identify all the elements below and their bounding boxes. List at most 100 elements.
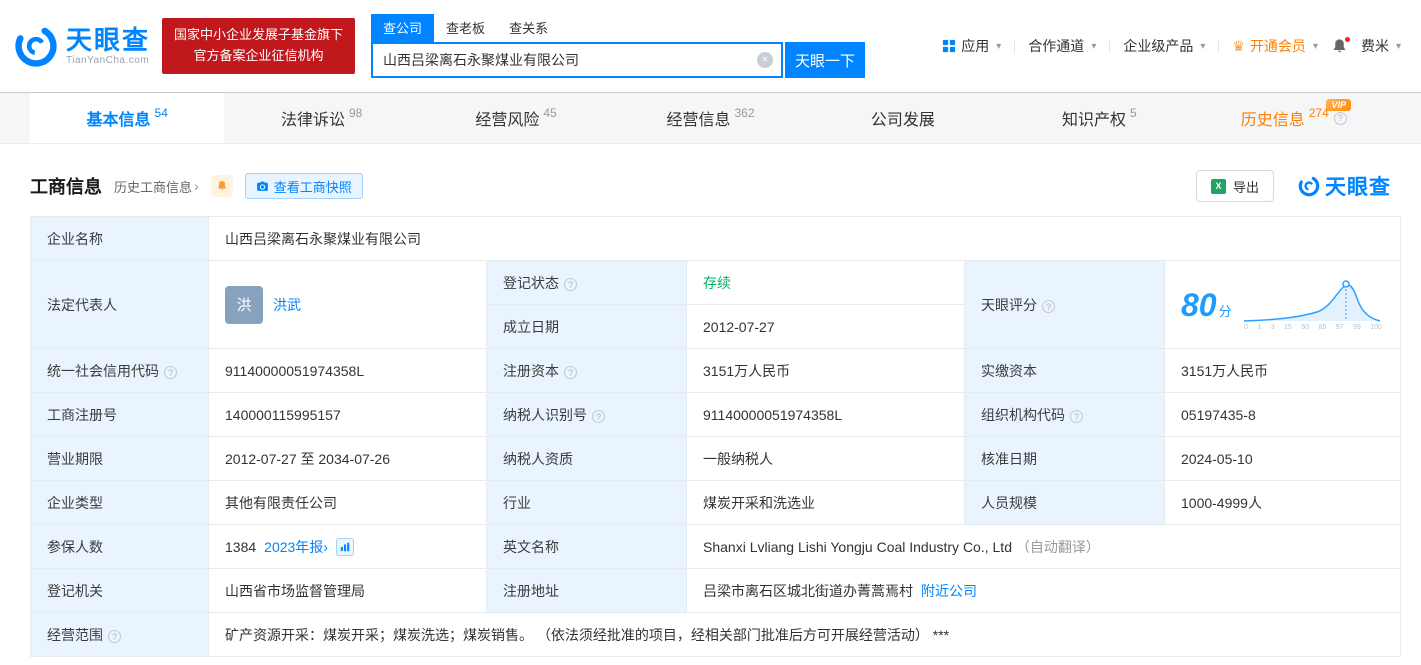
table-row: 登记机关 山西省市场监督管理局 注册地址 吕梁市离石区城北街道办菁蒿焉村 附近公…	[30, 568, 1401, 613]
tab-legal-proceedings[interactable]: 法律诉讼 98	[224, 93, 418, 143]
field-value: 05197435-8	[1181, 406, 1256, 423]
question-icon[interactable]: ?	[564, 366, 577, 379]
tab-intellectual-property[interactable]: 知识产权 5	[1002, 93, 1196, 143]
nav-user-label: 费米	[1360, 38, 1389, 54]
question-icon[interactable]: ?	[108, 630, 121, 643]
tab-label: 基本信息	[86, 112, 151, 129]
field-label: 工商注册号	[47, 406, 117, 423]
establish-date-value-cell: 2012-07-27	[686, 304, 965, 349]
search-tab-boss[interactable]: 查老板	[434, 14, 497, 42]
score-chart-ticks: 0 1 3 15 50 85 97 99 100	[1244, 323, 1382, 331]
nav-apps[interactable]: 应用 ▾	[942, 36, 1001, 56]
field-value: 2024-05-10	[1181, 450, 1253, 467]
tab-business-info[interactable]: 经营信息 362	[613, 93, 807, 143]
camera-icon	[256, 181, 268, 191]
nav-enterprise-products[interactable]: 企业级产品 ▾	[1123, 36, 1205, 56]
tab-label: 公司发展	[870, 112, 935, 129]
tab-count: 5	[1129, 106, 1137, 120]
insured-trend-chart-button[interactable]	[335, 537, 354, 556]
crown-icon: ♛	[1232, 37, 1245, 54]
nav-partner-label: 合作通道	[1028, 38, 1085, 54]
company-name-value: 山西吕梁离石永聚煤业有限公司	[225, 230, 421, 247]
tab-company-development[interactable]: 公司发展	[808, 93, 1002, 143]
english-name-value-cell: Shanxi Lvliang Lishi Yongju Coal Industr…	[686, 524, 1401, 569]
caret-down-icon: ▾	[1200, 40, 1206, 52]
table-row: 企业名称 山西吕梁离石永聚煤业有限公司	[30, 216, 1401, 261]
nav-partner[interactable]: 合作通道 ▾	[1028, 36, 1096, 56]
nearby-companies-link[interactable]: 附近公司	[921, 581, 977, 601]
business-scope-value: 矿产资源开采：煤炭开采；煤炭洗选；煤炭销售。 （依法须经批准的项目，经相关部门批…	[225, 626, 950, 643]
bar-chart-icon	[340, 542, 350, 551]
field-value: 3151万人民币	[1181, 362, 1269, 379]
annual-report-link[interactable]: 2023年报›	[264, 537, 328, 557]
tab-count: 45	[543, 106, 557, 120]
nav-open-vip[interactable]: ♛ 开通会员 ▾	[1232, 36, 1318, 56]
clear-icon[interactable]: ×	[757, 52, 774, 68]
business-info-section-head: 工商信息 历史工商信息 › 查看工商快照 X 导出 天眼查	[0, 144, 1421, 216]
english-name-value: Shanxi Lvliang Lishi Yongju Coal Industr…	[703, 538, 1012, 555]
question-icon[interactable]: ?	[1042, 300, 1055, 313]
approval-date-label-cell: 核准日期	[964, 436, 1165, 481]
company-name-value-cell: 山西吕梁离石永聚煤业有限公司	[208, 216, 1401, 261]
legal-rep-link[interactable]: 洪武	[273, 295, 301, 315]
caret-down-icon: ▾	[1395, 40, 1401, 52]
field-value: 山西省市场监督管理局	[225, 582, 365, 599]
history-business-info-link[interactable]: 历史工商信息 ›	[114, 177, 199, 196]
field-value: 2012-07-27 至 2034-07-26	[225, 450, 391, 467]
nav-separator	[1109, 39, 1111, 53]
tab-label: 法律诉讼	[280, 112, 345, 129]
tab-history-info[interactable]: VIP 历史信息 274 ?	[1197, 93, 1391, 143]
notification-dot	[1343, 35, 1351, 43]
search-tab-relation[interactable]: 查关系	[497, 14, 560, 42]
export-button[interactable]: X 导出	[1195, 170, 1274, 202]
field-label: 统一社会信用代码	[47, 362, 159, 379]
nav-vip-label: 开通会员	[1249, 38, 1306, 54]
question-icon[interactable]: ?	[1333, 111, 1347, 125]
gov-certification-badge: 国家中小企业发展子基金旗下 官方备案企业征信机构	[162, 18, 356, 74]
field-label: 登记状态	[503, 274, 559, 291]
field-label: 法定代表人	[47, 296, 117, 313]
reg-capital-value-cell: 3151万人民币	[686, 348, 965, 393]
reg-authority-label-cell: 登记机关	[30, 568, 209, 613]
notification-bell[interactable]	[1331, 35, 1351, 55]
company-type-label-cell: 企业类型	[30, 480, 209, 525]
field-label: 登记机关	[47, 582, 103, 599]
chevron-right-icon: ›	[194, 178, 199, 194]
field-label: 纳税人资质	[503, 450, 573, 467]
search-input[interactable]	[371, 42, 784, 78]
tab-operating-risk[interactable]: 经营风险 45	[419, 93, 613, 143]
legal-rep-avatar[interactable]: 洪	[225, 285, 263, 324]
caret-down-icon: ▾	[1312, 40, 1318, 52]
score-value-cell: 80 分 0 1 3 15 50 85 97 99 100	[1164, 260, 1401, 349]
question-icon[interactable]: ?	[164, 366, 177, 379]
tianyancha-logo[interactable]: 天眼查 TianYanCha.com	[14, 24, 150, 68]
search-button[interactable]: 天眼一下	[785, 42, 866, 78]
nav-user-menu[interactable]: 费米 ▾	[1361, 36, 1401, 56]
company-type-value-cell: 其他有限责任公司	[208, 480, 487, 525]
reg-number-label-cell: 工商注册号	[30, 392, 209, 437]
industry-label-cell: 行业	[486, 480, 687, 525]
search-tab-company[interactable]: 查公司	[371, 14, 435, 42]
field-label: 参保人数	[47, 538, 103, 555]
view-business-snapshot-button[interactable]: 查看工商快照	[244, 173, 363, 199]
history-link-label: 历史工商信息	[114, 179, 193, 195]
table-row: 经营范围? 矿产资源开采：煤炭开采；煤炭洗选；煤炭销售。 （依法须经批准的项目，…	[30, 612, 1401, 657]
tab-label: 经营信息	[666, 112, 731, 129]
nav-separator	[1014, 39, 1016, 53]
main-content: 工商信息 历史工商信息 › 查看工商快照 X 导出 天眼查 企业名称 山西吕梁离…	[0, 144, 1421, 657]
question-icon[interactable]: ?	[564, 278, 577, 291]
tianyancha-logo-icon	[15, 25, 57, 67]
field-label: 行业	[503, 494, 531, 511]
tab-basic-info[interactable]: 基本信息 54	[30, 93, 225, 143]
taxpayer-id-value-cell: 91140000051974358L	[686, 392, 965, 437]
monitor-bell-button[interactable]	[210, 175, 233, 197]
nav-separator	[1218, 39, 1220, 53]
excel-icon: X	[1210, 178, 1226, 194]
question-icon[interactable]: ?	[1070, 410, 1083, 423]
snapshot-button-label: 查看工商快照	[273, 179, 352, 195]
logo-brand-text: 天眼查	[66, 25, 151, 56]
address-value-cell: 吕梁市离石区城北街道办菁蒿焉村 附近公司	[686, 568, 1401, 613]
watermark-label: 天眼查	[1325, 176, 1391, 199]
address-label-cell: 注册地址	[486, 568, 687, 613]
question-icon[interactable]: ?	[592, 410, 605, 423]
